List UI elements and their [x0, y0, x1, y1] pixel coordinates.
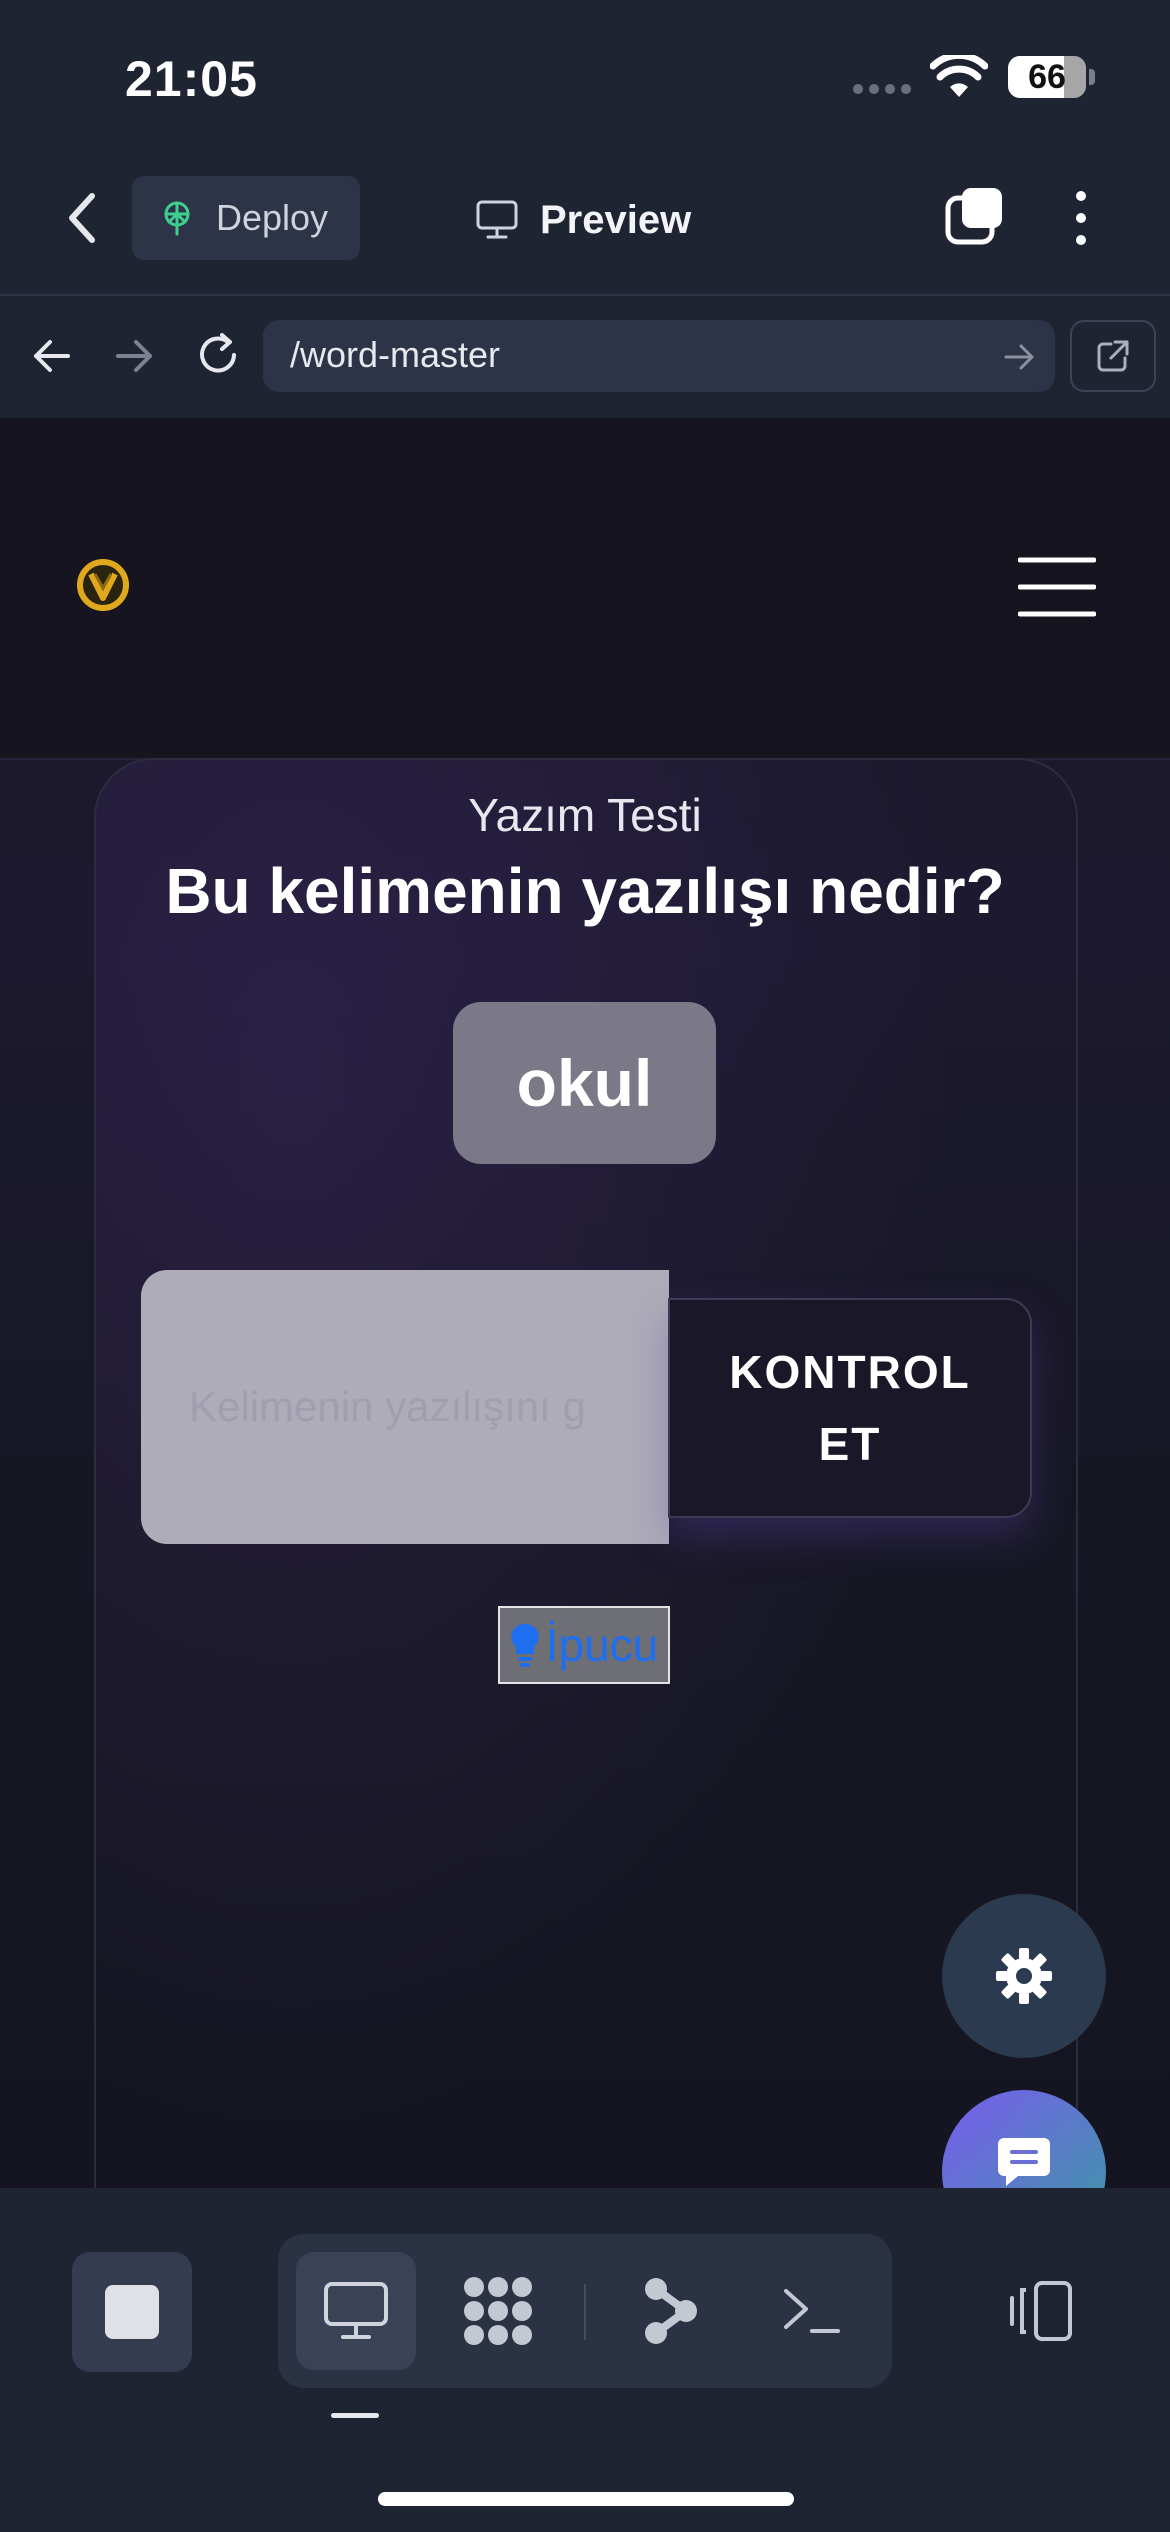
chat-icon [998, 2138, 1050, 2186]
logo-icon[interactable] [76, 558, 130, 612]
stop-icon [105, 2285, 159, 2339]
gear-icon [996, 1948, 1052, 2004]
reload-icon[interactable] [194, 331, 242, 379]
hint-label: İpucu [545, 1619, 659, 1671]
hamburger-menu-icon[interactable] [1018, 556, 1096, 618]
battery-icon: 66 [1008, 56, 1086, 98]
preview-tab[interactable]: Preview [476, 190, 691, 250]
layout-toggle-button[interactable] [998, 2278, 1078, 2344]
git-branch-icon [645, 2278, 697, 2344]
question-heading: Bu kelimenin yazılışı nedir? [165, 855, 1005, 927]
layout-toggle-icon [1010, 2281, 1072, 2341]
deploy-icon [164, 201, 190, 236]
terminal-icon [784, 2289, 840, 2333]
more-vertical-icon[interactable] [1070, 188, 1092, 248]
monitor-icon [324, 2282, 388, 2339]
chevron-left-icon[interactable] [62, 190, 102, 246]
hint-button[interactable]: İpucu [498, 1606, 670, 1684]
stop-button[interactable] [72, 2252, 192, 2372]
lightbulb-icon [511, 1623, 539, 1667]
tool-git-button[interactable] [610, 2252, 730, 2370]
active-tab-indicator [331, 2413, 379, 2418]
battery-level: 66 [1028, 58, 1066, 96]
url-text: /word-master [290, 334, 501, 375]
nodes-icon [464, 2277, 532, 2345]
site-header [0, 418, 1170, 760]
settings-fab[interactable] [942, 1894, 1106, 2058]
home-indicator [378, 2492, 794, 2506]
status-time: 21:05 [125, 51, 258, 107]
preview-label: Preview [540, 197, 692, 242]
monitor-icon [476, 200, 518, 239]
web-preview: Yazım Testi Bu kelimenin yazılışı nedir?… [0, 418, 1170, 2188]
quiz-type-label: Yazım Testi [468, 789, 702, 841]
arrow-right-icon[interactable] [112, 334, 156, 378]
tabs-icon[interactable] [944, 186, 1004, 246]
signal-dots-icon [853, 84, 913, 96]
tool-terminal-button[interactable] [752, 2252, 872, 2370]
deploy-label: Deploy [216, 197, 329, 238]
go-arrow-icon[interactable] [1002, 340, 1036, 374]
word-chip: okul [453, 1002, 716, 1164]
wifi-icon [930, 55, 988, 97]
deploy-button[interactable]: Deploy [132, 176, 360, 260]
open-external-button[interactable] [1070, 320, 1156, 392]
toolbar-divider [584, 2284, 586, 2340]
battery-tip [1089, 69, 1095, 85]
arrow-left-icon[interactable] [30, 334, 74, 378]
answer-input[interactable] [141, 1270, 669, 1544]
tool-nodes-button[interactable] [438, 2252, 558, 2370]
external-link-icon [1097, 340, 1129, 372]
tool-preview-button[interactable] [296, 2252, 416, 2370]
check-button[interactable]: KONTROL ET [668, 1298, 1032, 1518]
